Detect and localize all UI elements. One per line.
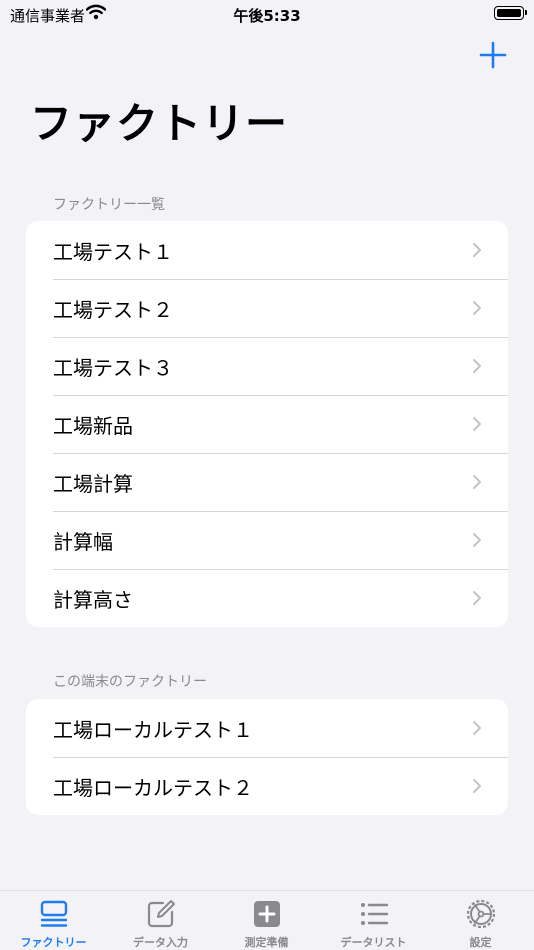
tab-bar: ファクトリー データ入力 測定準備 データリスト 設定 bbox=[0, 890, 534, 950]
section-header-device-factories: この端末のファクトリー bbox=[53, 674, 207, 690]
list-item[interactable]: 計算幅 bbox=[26, 511, 508, 569]
list-item-label: 工場テスト３ bbox=[53, 355, 173, 380]
tab-label: ファクトリー bbox=[20, 936, 87, 949]
clock: 午後5:33 bbox=[233, 7, 301, 25]
list-item-label: 工場テスト１ bbox=[53, 239, 173, 264]
chevron-right-icon bbox=[473, 475, 481, 489]
list-item[interactable]: 工場新品 bbox=[26, 395, 508, 453]
edit-icon bbox=[147, 900, 175, 928]
list-icon bbox=[360, 903, 388, 925]
list-item[interactable]: 工場テスト１ bbox=[26, 221, 508, 279]
list-item-label: 工場計算 bbox=[53, 471, 133, 496]
section-header-factory-list: ファクトリー一覧 bbox=[53, 197, 165, 213]
factory-list-icon bbox=[40, 900, 67, 927]
tab-data-input[interactable]: データ入力 bbox=[107, 891, 214, 950]
chevron-right-icon bbox=[473, 359, 481, 373]
chevron-right-icon bbox=[473, 243, 481, 257]
list-item-label: 工場新品 bbox=[53, 413, 133, 438]
plus-square-icon bbox=[253, 901, 280, 927]
list-item[interactable]: 工場ローカルテスト１ bbox=[26, 699, 508, 757]
tab-settings[interactable]: 設定 bbox=[427, 891, 534, 950]
list-item-label: 計算高さ bbox=[53, 587, 133, 612]
tab-label: 設定 bbox=[469, 936, 492, 949]
tab-label: データリスト bbox=[340, 936, 407, 949]
chevron-right-icon bbox=[473, 721, 481, 735]
list-item-label: 計算幅 bbox=[53, 529, 113, 554]
factory-list-group: 工場テスト１ 工場テスト２ 工場テスト３ 工場新品 工場計算 計算幅 計算高さ bbox=[26, 221, 508, 627]
list-item-label: 工場テスト２ bbox=[53, 297, 173, 322]
list-item[interactable]: 計算高さ bbox=[26, 569, 508, 627]
tab-data-list[interactable]: データリスト bbox=[320, 891, 427, 950]
chevron-right-icon bbox=[473, 779, 481, 793]
tab-factory[interactable]: ファクトリー bbox=[0, 891, 107, 950]
tab-label: 測定準備 bbox=[244, 936, 289, 949]
gear-icon bbox=[466, 899, 495, 929]
list-item[interactable]: 工場テスト２ bbox=[26, 279, 508, 337]
list-item-label: 工場ローカルテスト１ bbox=[53, 717, 253, 742]
list-item[interactable]: 工場テスト３ bbox=[26, 337, 508, 395]
battery-icon bbox=[494, 6, 527, 20]
chevron-right-icon bbox=[473, 591, 481, 605]
chevron-right-icon bbox=[473, 301, 481, 315]
page-title: ファクトリー bbox=[30, 99, 289, 148]
list-item[interactable]: 工場計算 bbox=[26, 453, 508, 511]
tab-label: データ入力 bbox=[133, 936, 188, 949]
list-item[interactable]: 工場ローカルテスト２ bbox=[26, 757, 508, 815]
chevron-right-icon bbox=[473, 533, 481, 547]
status-bar: 通信事業者 午後5:33 bbox=[0, 0, 534, 30]
list-item-label: 工場ローカルテスト２ bbox=[53, 775, 253, 800]
device-factory-group: 工場ローカルテスト１ 工場ローカルテスト２ bbox=[26, 699, 508, 815]
chevron-right-icon bbox=[473, 417, 481, 431]
tab-measure-prep[interactable]: 測定準備 bbox=[213, 891, 320, 950]
add-button[interactable] bbox=[478, 40, 508, 70]
